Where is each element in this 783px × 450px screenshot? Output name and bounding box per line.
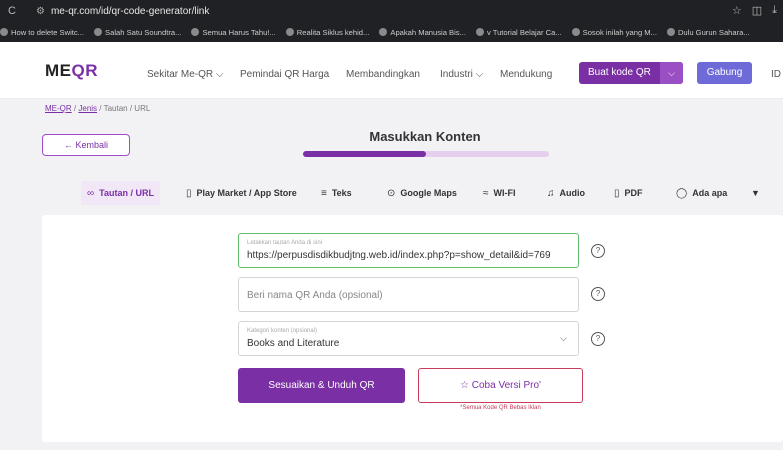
tab-link[interactable]: ∞ Tautan / URL	[81, 181, 160, 205]
qr-name-input[interactable]: Beri nama QR Anda (opsional)	[238, 277, 579, 312]
bookmark-item[interactable]: Apakah Manusia Bis...	[379, 28, 466, 37]
nav-pricing[interactable]: Harga	[302, 69, 329, 80]
chevron-down-icon[interactable]: ⌵	[660, 62, 683, 84]
chevron-down-icon: ⌵	[560, 333, 567, 343]
bookmark-label: Apakah Manusia Bis...	[390, 27, 466, 37]
page-title: Masukkan Konten	[369, 129, 481, 144]
browser-toolbar: C ⚙ me-qr.com/id/qr-code-generator/link …	[0, 0, 783, 22]
tab-label: WI-FI	[493, 188, 516, 198]
download-icon[interactable]: ⤓	[772, 4, 777, 17]
bookmark-label: Semua Harus Tahu!...	[202, 27, 276, 37]
bookmark-item[interactable]: How to delete Switc...	[0, 28, 84, 37]
breadcrumb-current: Tautan / URL	[103, 104, 151, 113]
tab-whatsapp[interactable]: ◯ Ada apa	[670, 181, 733, 205]
phone-icon: ▯	[186, 187, 192, 199]
qr-type-tabs: ∞ Tautan / URL ▯ Play Market / App Store ≡…	[0, 181, 783, 205]
extensions-icon[interactable]: ◫	[752, 4, 762, 17]
tab-label: Play Market / App Store	[196, 188, 297, 198]
bookmarks-bar: How to delete Switc... Salah Satu Soundtr…	[0, 22, 783, 42]
bookmark-item[interactable]: Realita Siklus kehid...	[285, 27, 370, 37]
bookmark-label: Dulu Gurun Sahara...	[677, 27, 750, 37]
globe-icon	[94, 28, 103, 36]
whatsapp-icon: ◯	[676, 187, 688, 199]
globe-icon	[475, 28, 484, 36]
link-icon: ∞	[87, 187, 95, 199]
join-button[interactable]: Gabung	[697, 62, 752, 84]
language-selector[interactable]: ID	[771, 69, 781, 80]
tab-audio[interactable]: ♫ Audio	[541, 181, 591, 205]
tab-app-store[interactable]: ▯ Play Market / App Store	[180, 181, 303, 205]
bookmark-item[interactable]: Salah Satu Soundtra...	[94, 28, 181, 37]
music-note-icon: ♫	[547, 187, 555, 199]
customize-download-button[interactable]: Sesuaikan & Unduh QR	[238, 368, 405, 403]
tab-label: Google Maps	[400, 188, 457, 198]
nav-about[interactable]: Sekitar Me-QR ⌵	[147, 69, 223, 80]
bookmark-star-icon[interactable]: ☆	[732, 4, 742, 17]
link-input-value: https://perpusdisdikbudjtng.web.id/index…	[247, 250, 551, 261]
category-select[interactable]: Kategori konten (opsional) Books and Lit…	[238, 321, 579, 356]
site-header: MEQR Sekitar Me-QR ⌵ Pemindai QR Harga M…	[0, 42, 783, 99]
pdf-file-icon: ▯	[614, 187, 620, 199]
tab-label: Audio	[559, 188, 586, 198]
nav-compare[interactable]: Membandingkan	[346, 69, 420, 80]
nav-scanner[interactable]: Pemindai QR	[240, 69, 299, 80]
me-qr-logo[interactable]: MEQR	[45, 61, 98, 81]
category-help-icon[interactable]: ?	[591, 332, 605, 346]
reload-icon[interactable]: C	[8, 5, 26, 17]
tab-wifi[interactable]: ≈ WI-FI	[477, 181, 522, 205]
logo-text-qr: QR	[71, 61, 98, 80]
tab-label: Tautan / URL	[99, 188, 154, 198]
logo-text-me: ME	[45, 61, 72, 80]
category-label: Kategori konten (opsional)	[247, 328, 318, 334]
tab-label: Ada apa	[692, 188, 728, 198]
pro-note: *Semua Kode QR Bebas Iklan	[460, 405, 541, 411]
wifi-icon: ≈	[483, 187, 489, 199]
more-tabs-dropdown[interactable]: ▼	[745, 181, 766, 205]
bookmark-label: How to delete Switc...	[11, 27, 85, 37]
caret-down-icon: ▼	[751, 188, 760, 198]
bookmark-label: Sosok inilah yang M...	[582, 27, 657, 37]
map-pin-icon: ⊙	[387, 187, 396, 199]
back-button[interactable]: ← Kembali	[42, 134, 130, 156]
bookmark-label: Salah Satu Soundtra...	[105, 27, 182, 37]
make-qr-button[interactable]: Buat kode QR ⌵	[579, 62, 683, 84]
link-help-icon[interactable]: ?	[591, 244, 605, 258]
bookmark-item[interactable]: Dulu Gurun Sahara...	[666, 27, 750, 37]
site-info-icon[interactable]: ⚙	[36, 6, 45, 17]
bookmark-label: Realita Siklus kehid...	[296, 27, 370, 37]
globe-icon	[666, 28, 675, 36]
breadcrumb-types[interactable]: Jenis	[78, 104, 97, 113]
nav-support[interactable]: Mendukung	[500, 69, 552, 80]
breadcrumb: ME-QR / Jenis / Tautan / URL	[45, 104, 150, 113]
breadcrumb-sep: /	[99, 104, 102, 113]
link-input[interactable]: Letakkan tautan Anda di sini https://per…	[238, 233, 579, 268]
bookmark-label: v Tutorial Belajar Ca...	[486, 27, 562, 37]
breadcrumb-root[interactable]: ME-QR	[45, 104, 72, 113]
try-pro-button[interactable]: ☆ Coba Versi Pro'	[418, 368, 583, 403]
tab-label: Teks	[331, 188, 352, 198]
nav-industry[interactable]: Industri ⌵	[440, 69, 483, 80]
progress-fill	[303, 151, 426, 157]
globe-icon	[0, 28, 8, 36]
address-bar[interactable]: me-qr.com/id/qr-code-generator/link	[51, 6, 209, 17]
tab-text[interactable]: ≡ Teks	[315, 181, 358, 205]
qr-name-placeholder: Beri nama QR Anda (opsional)	[247, 290, 383, 301]
make-qr-label: Buat kode QR	[588, 67, 651, 78]
globe-icon	[571, 28, 580, 36]
globe-icon	[191, 28, 200, 36]
text-lines-icon: ≡	[321, 187, 327, 199]
globe-icon	[379, 28, 388, 36]
bookmark-item[interactable]: Semua Harus Tahu!...	[191, 27, 276, 37]
step-progress-bar	[303, 151, 549, 157]
breadcrumb-sep: /	[73, 104, 77, 113]
bookmark-item[interactable]: v Tutorial Belajar Ca...	[475, 27, 562, 37]
tab-google-maps[interactable]: ⊙ Google Maps	[381, 181, 463, 205]
bookmark-item[interactable]: Sosok inilah yang M...	[571, 27, 657, 37]
globe-icon	[285, 28, 294, 36]
category-value: Books and Literature	[247, 338, 340, 349]
link-input-label: Letakkan tautan Anda di sini	[247, 240, 323, 246]
tab-pdf[interactable]: ▯ PDF	[608, 181, 649, 205]
tab-label: PDF	[624, 188, 643, 198]
name-help-icon[interactable]: ?	[591, 287, 605, 301]
